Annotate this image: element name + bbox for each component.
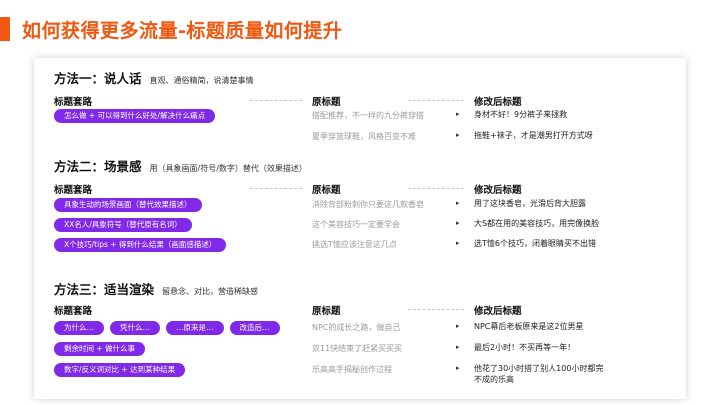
column-divider [408,188,464,189]
section-description: 直观、通俗精简，说清楚事情 [149,76,254,85]
modified-title: 用了这块香皂，光滑后背大胆露 [474,199,586,208]
section-header: 方法三：适当渲染 留悬念、对比，营造稀缺感 [54,279,674,297]
column-header-pattern: 标题套路 [54,185,93,196]
column-header-original: 原标题 [312,185,341,196]
pattern-pill: 为什么… [54,321,104,335]
section-description: 用（具象画面/符号/数字）替代（效果描述） [149,164,307,173]
pattern-pills: 具象生动的场景画面（替代效果描述） [54,198,202,212]
original-title: 这个美容技巧一定要学会 [312,220,400,229]
section-title: 方法二：场景感 [54,159,142,174]
pattern-pill: 凭什么… [110,321,160,335]
modified-title: NPC幕后老板原来是这2位男星 [474,322,584,331]
table-row: 夏季穿篮球鞋，风格百变不难 ▸ 拖鞋+袜子，才是潮男打开方式呀 [54,130,674,148]
original-title: 挑选T恤应该注意这几点 [312,240,397,249]
pattern-pill: 数字/反义词对比 + 达到某种结果 [54,363,186,377]
modified-title: 拖鞋+袜子，才是潮男打开方式呀 [474,131,593,140]
pattern-pills: XX名人/具象符号（替代原有名词） [54,218,192,232]
section-title: 方法一：说人话 [54,71,142,86]
original-title: 乐高高手揭秘创作过程 [312,365,392,374]
table-row: XX名人/具象符号（替代原有名词） 这个美容技巧一定要学会 ▸ 大S都在用的美容… [54,218,674,236]
pattern-pill: 剩余时间 + 做什么事 [54,342,146,356]
original-title: NPC的成长之路，做自己 [312,323,401,332]
arrow-icon: ▸ [456,239,460,247]
arrow-icon: ▸ [456,219,460,227]
arrow-icon: ▸ [456,110,460,118]
column-divider [408,100,464,101]
arrow-icon: ▸ [456,322,460,330]
section-description: 留悬念、对比，营造稀缺感 [162,287,259,296]
pattern-pill: X个技巧/tips + 得到什么结果（画面感描述） [54,238,227,252]
table-row: 数字/反义词对比 + 达到某种结果 乐高高手揭秘创作过程 ▸ 他花了30小时搭了… [54,363,674,384]
column-divider [408,309,464,310]
section-title: 方法三：适当渲染 [54,282,155,297]
section-method-3: 方法三：适当渲染 留悬念、对比，营造稀缺感 标题套路 原标题 修改后标题 为什么… [54,279,674,384]
original-title: 搭配推荐，不一样的九分裤穿搭 [312,111,424,120]
pattern-pill: 具象生动的场景画面（替代效果描述） [54,198,202,212]
modified-title: 选T恤6个技巧，闭着眼睛买不出错 [474,239,596,248]
table-row: 具象生动的场景画面（替代效果描述） 消除背部粉刺你只要这几款香皂 ▸ 用了这块香… [54,198,674,216]
modified-title: 大S都在用的美容技巧，用完像换脸 [474,219,600,228]
section-header: 方法二：场景感 用（具象画面/符号/数字）替代（效果描述） [54,156,674,174]
pattern-pill: 改造后… [229,321,280,335]
section-method-2: 方法二：场景感 用（具象画面/符号/数字）替代（效果描述） 标题套路 原标题 修… [54,156,674,252]
column-header-modified: 修改后标题 [474,185,522,196]
column-header-pattern: 标题套路 [54,306,93,317]
column-header-pattern: 标题套路 [54,97,93,108]
section-header: 方法一：说人话 直观、通俗精简，说清楚事情 [54,68,674,86]
arrow-icon: ▸ [456,343,460,351]
column-header-original: 原标题 [312,306,341,317]
arrow-icon: ▸ [456,199,460,207]
column-divider [250,100,302,101]
modified-title: 最后2小时！不买再等一年！ [474,343,576,352]
pattern-pill: XX名人/具象符号（替代原有名词） [54,218,192,232]
pattern-pills: 数字/反义词对比 + 达到某种结果 [54,363,186,377]
content-card: 方法一：说人话 直观、通俗精简，说清楚事情 标题套路 原标题 修改后标题 怎么做… [34,58,686,399]
pattern-pill: 怎么做 + 可以得到什么好处/解决什么痛点 [54,109,216,123]
table-row: X个技巧/tips + 得到什么结果（画面感描述） 挑选T恤应该注意这几点 ▸ … [54,238,674,256]
table-row: 剩余时间 + 做什么事 双11快结束了赶紧买买买 ▸ 最后2小时！不买再等一年！ [54,342,674,360]
original-title: 双11快结束了赶紧买买买 [312,344,403,353]
pattern-pills: 剩余时间 + 做什么事 [54,342,146,356]
slide-header: 如何获得更多流量-标题质量如何提升 [0,16,342,42]
arrow-icon: ▸ [456,131,460,139]
slide-title: 如何获得更多流量-标题质量如何提升 [22,19,343,42]
column-divider [250,188,302,189]
column-header-original: 原标题 [312,97,341,108]
column-header-modified: 修改后标题 [474,306,522,317]
pattern-pills: 怎么做 + 可以得到什么好处/解决什么痛点 [54,109,216,123]
column-header-modified: 修改后标题 [474,97,522,108]
arrow-icon: ▸ [456,364,460,372]
section-method-1: 方法一：说人话 直观、通俗精简，说清楚事情 标题套路 原标题 修改后标题 怎么做… [54,68,674,141]
table-row: 为什么… 凭什么… …原来是… 改造后… NPC的成长之路，做自己 ▸ NPC幕… [54,321,674,339]
pattern-pill: …原来是… [166,321,224,335]
modified-title: 身材不好！9分裤子来拯救 [474,110,568,119]
pattern-pills: X个技巧/tips + 得到什么结果（画面感描述） [54,238,227,252]
original-title: 夏季穿篮球鞋，风格百变不难 [312,132,416,141]
original-title: 消除背部粉刺你只要这几款香皂 [312,200,424,209]
title-accent-bar [0,17,10,41]
pattern-pills: 为什么… 凭什么… …原来是… 改造后… [54,321,280,335]
modified-title: 他花了30小时搭了别人100小时都完不成的乐高 [474,364,604,384]
table-row: 怎么做 + 可以得到什么好处/解决什么痛点 搭配推荐，不一样的九分裤穿搭 ▸ 身… [54,109,674,127]
